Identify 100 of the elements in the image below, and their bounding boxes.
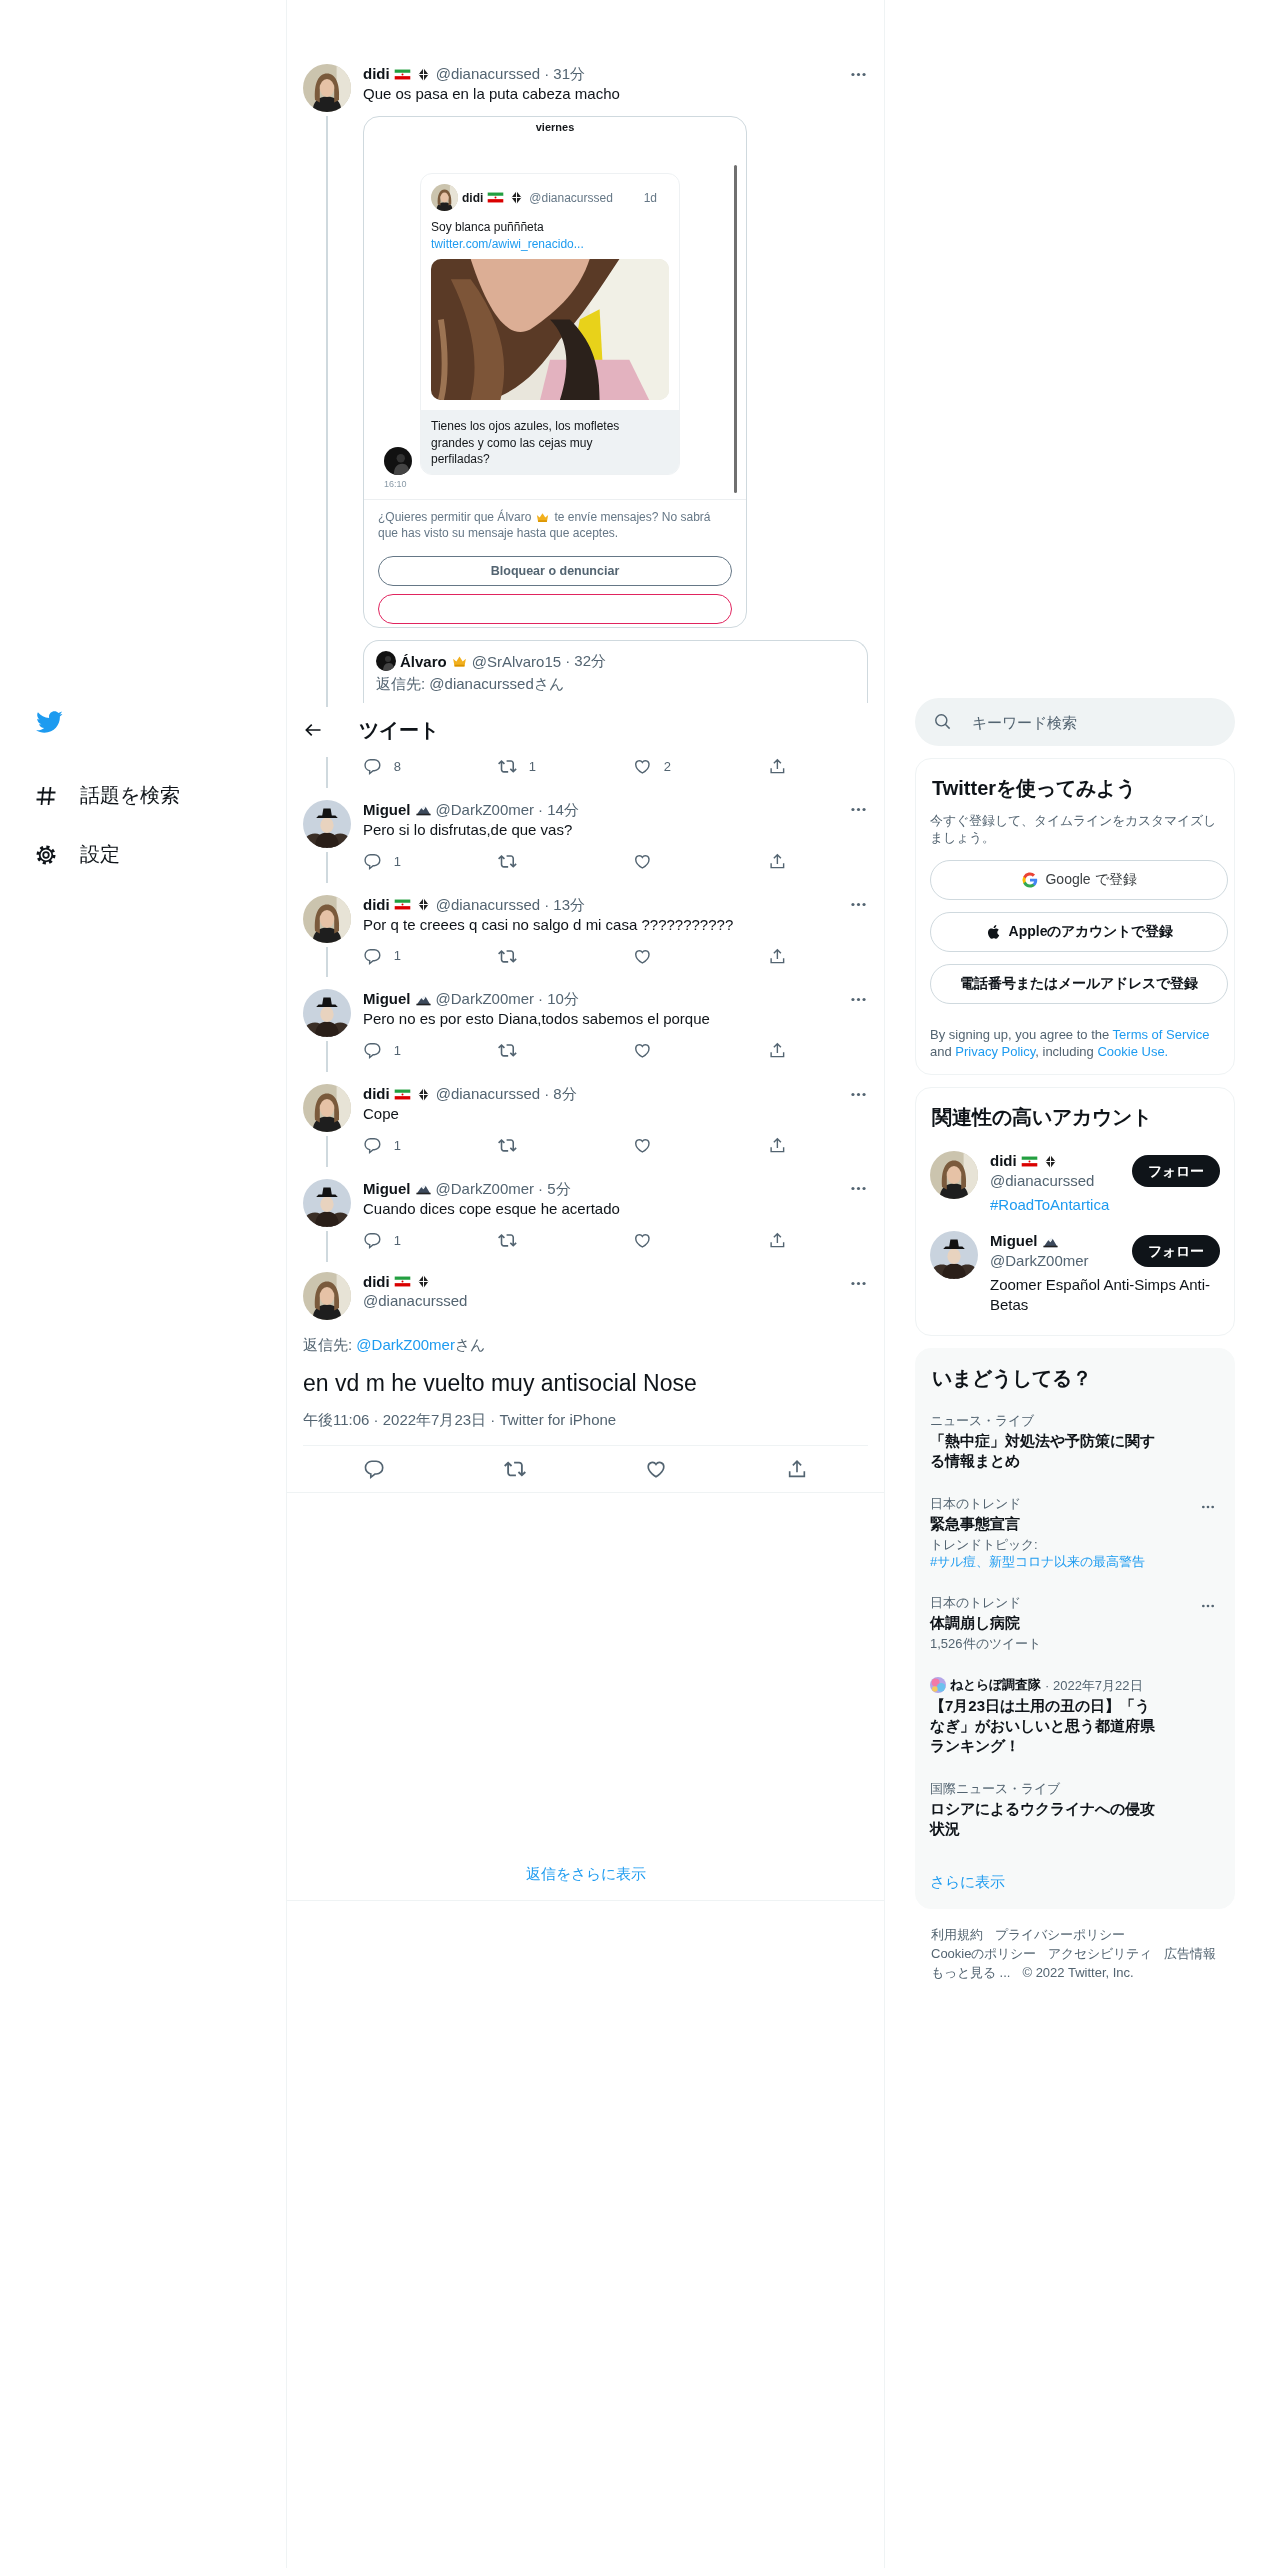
legal-text: By signing up, you agree to the Terms of Service and Privacy Policy, including Cookie Use.	[930, 1026, 1211, 1060]
avatar[interactable]	[930, 1231, 978, 1279]
trend-subtitle: トレンドトピック: #サル痘、新型コロナ以来の最高警告	[930, 1536, 1147, 1570]
user-name[interactable]: Miguel	[363, 989, 411, 1010]
user-name[interactable]: Miguel	[990, 1231, 1038, 1251]
avatar[interactable]	[431, 184, 458, 211]
reply-button[interactable]: 8	[363, 757, 498, 776]
like-button[interactable]: 2	[633, 757, 768, 776]
reply-icon	[363, 946, 382, 966]
timestamp[interactable]: · 10分	[538, 989, 579, 1010]
user-handle[interactable]: @dianacurssed	[435, 1084, 541, 1104]
share-button[interactable]	[768, 1136, 787, 1155]
reply-icon	[363, 757, 382, 776]
reply-button[interactable]: 1	[363, 1230, 498, 1250]
timestamp[interactable]: · 31分	[544, 64, 585, 84]
share-button[interactable]	[768, 1041, 787, 1060]
user-handle[interactable]: @dianacurssed	[435, 894, 541, 915]
user-handle[interactable]: @dianacurssed	[363, 1291, 837, 1309]
timestamp[interactable]: · 5分	[538, 1178, 571, 1199]
share-button[interactable]	[768, 946, 787, 966]
tweet-text: Que os pasa en la puta cabeza macho	[363, 84, 621, 104]
retweet-icon	[498, 1041, 517, 1060]
user-name[interactable]: didi	[363, 64, 390, 84]
user-name[interactable]: Miguel	[363, 799, 411, 820]
reply-button[interactable]: 1	[363, 1136, 498, 1155]
reply-button[interactable]	[362, 1457, 385, 1480]
quoted-tweet[interactable]: Álvaro @SrAlvaro15 · 32分 返信先: @dianacurssedさん	[363, 640, 868, 703]
scrollbar[interactable]	[734, 165, 737, 493]
user-handle[interactable]: @SrAlvaro15	[471, 652, 562, 670]
user-handle[interactable]: @dianacurssed	[990, 1171, 1120, 1191]
tweet-text: Cope	[363, 1104, 400, 1124]
reply-icon	[362, 1457, 385, 1480]
footer-link[interactable]: 利用規約	[931, 1925, 983, 1944]
trend-category: 国際ニュース・ライブ	[930, 1780, 1060, 1797]
share-icon	[768, 851, 787, 871]
user-name[interactable]: didi	[990, 1151, 1017, 1171]
user-handle[interactable]: @DarkZ00mer	[435, 799, 535, 820]
date-label: · 2022年7月22日	[1045, 1676, 1143, 1694]
user-name[interactable]: Miguel	[363, 1178, 411, 1199]
google-icon	[1021, 871, 1040, 889]
timestamp[interactable]: · 13分	[544, 894, 585, 915]
user-name[interactable]: didi	[363, 1271, 390, 1292]
reply-button[interactable]: 1	[363, 1041, 498, 1060]
avatar[interactable]	[303, 799, 351, 848]
retweet-button[interactable]: 1	[498, 757, 633, 776]
avatar[interactable]	[303, 1084, 351, 1132]
follow-button[interactable]: フォロー	[1132, 1235, 1220, 1267]
trend-title[interactable]: 緊急事態宣言	[930, 1514, 1020, 1534]
share-button[interactable]	[768, 757, 787, 776]
timestamp[interactable]: · 8分	[544, 1084, 577, 1104]
heart-icon	[633, 1136, 652, 1155]
user-handle[interactable]: @DarkZ00mer	[435, 1178, 535, 1199]
footer-link[interactable]: 広告情報	[1164, 1944, 1217, 1963]
share-button[interactable]	[768, 1230, 787, 1250]
avatar[interactable]	[303, 1178, 351, 1227]
message-text: Tienes los ojos azules, los mofletes grandes y como las cejas muy perfiladas?	[431, 418, 621, 468]
user-handle[interactable]: @DarkZ00mer	[435, 989, 535, 1010]
reply-context: 返信先: @DarkZ00merさん	[303, 1335, 486, 1355]
user-handle[interactable]: @dianacurssed	[435, 64, 541, 84]
user-name[interactable]: Álvaro	[400, 652, 447, 670]
request-text: te envíe mensajes? No sabrá	[554, 510, 711, 525]
footer-link[interactable]: もっと見る ...	[931, 1963, 1011, 1982]
nav-item[interactable]: 話題を検索	[34, 766, 180, 825]
tweet-text: Cuando dices cope esque he acertado	[363, 1198, 621, 1219]
footer-link[interactable]: プライバシーポリシー	[995, 1925, 1125, 1944]
footer-link[interactable]: Cookieのポリシー	[931, 1944, 1037, 1963]
avatar[interactable]	[930, 1151, 978, 1199]
date-label: viernes	[535, 120, 575, 133]
share-button[interactable]	[768, 851, 787, 871]
avatar[interactable]	[376, 651, 396, 671]
share-icon	[768, 757, 787, 776]
card-title: いまどうしてる？	[931, 1366, 1093, 1391]
trend-title[interactable]: 【7月23日は土用の丑の日】「うなぎ」がおいしいと思う都道府県ランキング！	[930, 1696, 1160, 1756]
trend-title[interactable]: ロシアによるウクライナへの侵攻状況	[930, 1799, 1160, 1839]
user-handle: @dianacurssed	[529, 190, 613, 205]
avatar[interactable]	[303, 64, 351, 112]
tweet-text: Pero no es por esto Diana,todos sabemos el porque	[363, 1009, 711, 1030]
trend-title[interactable]: 体調崩し病院	[930, 1613, 1020, 1633]
avatar[interactable]	[303, 1271, 351, 1320]
nav-item[interactable]: 設定	[34, 825, 120, 884]
reply-button[interactable]: 1	[363, 851, 498, 871]
footer-link[interactable]: アクセシビリティ	[1048, 1944, 1153, 1963]
timestamp[interactable]: · 14分	[538, 799, 579, 820]
follow-button[interactable]: フォロー	[1132, 1155, 1220, 1187]
timestamp[interactable]: · 32分	[565, 651, 606, 671]
avatar[interactable]	[303, 894, 351, 943]
user-name[interactable]: didi	[363, 894, 390, 915]
avatar[interactable]	[303, 989, 351, 1038]
search-field[interactable]: キーワード検索	[915, 698, 1235, 746]
source-name[interactable]: ねとらぼ調査隊	[950, 1676, 1041, 1694]
user-handle[interactable]: @DarkZ00mer	[990, 1251, 1120, 1271]
user-name[interactable]: didi	[363, 1084, 390, 1104]
trend-title[interactable]: 「熱中症」対処法や予防策に関する情報まとめ	[930, 1431, 1160, 1471]
share-icon	[768, 1230, 787, 1250]
card-title: Twitterを使ってみよう	[931, 776, 1138, 801]
trend-category: 日本のトレンド	[930, 1594, 1021, 1611]
avatar[interactable]	[384, 446, 412, 475]
bird-icon[interactable]	[34, 708, 64, 736]
reply-button[interactable]: 1	[363, 946, 498, 966]
share-icon	[768, 1041, 787, 1060]
